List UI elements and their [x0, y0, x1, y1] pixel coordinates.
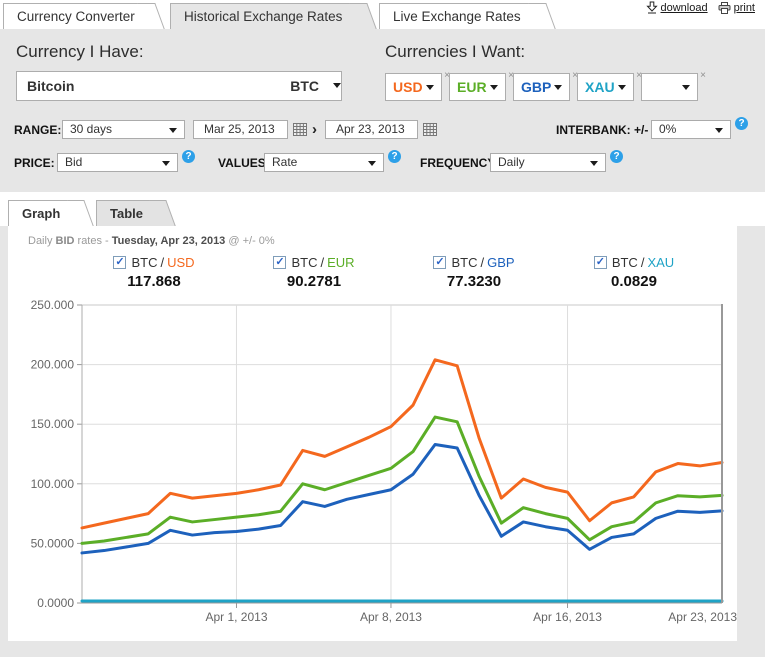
tab-label: Table: [110, 206, 143, 221]
want-currency-select-4[interactable]: XAU ×: [577, 73, 634, 101]
legend-item-xau: ✓ BTC/XAU 0.0829: [554, 255, 714, 290]
top-links: download print: [646, 1, 756, 14]
frequency-help-icon[interactable]: ?: [610, 150, 623, 163]
frequency-dropdown[interactable]: Daily: [490, 153, 606, 172]
y-tick-label: 0.0000: [37, 596, 74, 610]
legend-item-gbp: ✓ BTC/GBP 77.3230: [394, 255, 554, 290]
legend-toggle-eur[interactable]: ✓ BTC/EUR: [234, 255, 394, 270]
tab-graph[interactable]: Graph: [8, 200, 80, 226]
download-icon: [646, 1, 658, 14]
calendar-icon[interactable]: [423, 123, 437, 136]
currency-code: XAU: [585, 79, 615, 95]
chevron-down-icon: [426, 85, 434, 90]
want-currency-select-5[interactable]: ×: [641, 73, 698, 101]
date-range-arrow-icon: ›: [312, 120, 317, 139]
currencies-i-want-label: Currencies I Want:: [385, 42, 525, 62]
interbank-dropdown[interactable]: 0%: [651, 120, 731, 139]
legend-item-usd: ✓ BTC/USD 117.868: [74, 255, 234, 290]
y-tick-label: 150.000: [31, 417, 75, 431]
have-currency-name-input[interactable]: Bitcoin: [17, 78, 290, 94]
status-suffix: @ +/- 0%: [228, 235, 274, 247]
chevron-down-icon: [554, 85, 562, 90]
range-dropdown[interactable]: 30 days: [62, 120, 185, 139]
chevron-down-icon: [590, 161, 598, 166]
have-currency-code-dropdown[interactable]: BTC: [290, 78, 341, 94]
checkbox-checked-icon[interactable]: ✓: [113, 256, 126, 269]
checkbox-checked-icon[interactable]: ✓: [594, 256, 607, 269]
y-tick-label: 50.0000: [31, 536, 75, 550]
status-date: Tuesday, Apr 23, 2013: [112, 235, 226, 247]
graph-card: Daily BID rates - Tuesday, Apr 23, 2013 …: [8, 226, 737, 641]
want-currency-select-3[interactable]: GBP ×: [513, 73, 570, 101]
values-help-icon[interactable]: ?: [388, 150, 401, 163]
rate-value-eur: 90.2781: [234, 273, 394, 290]
interbank-label: INTERBANK: +/-: [556, 123, 648, 137]
have-currency-select[interactable]: Bitcoin BTC: [16, 71, 342, 101]
print-label: print: [734, 2, 755, 14]
rate-value-xau: 0.0829: [554, 273, 714, 290]
values-dropdown[interactable]: Rate: [264, 153, 384, 172]
chevron-down-icon: [368, 161, 376, 166]
legend-toggle-xau[interactable]: ✓ BTC/XAU: [554, 255, 714, 270]
x-tick-label: Apr 23, 2013: [668, 610, 737, 624]
tab-live-exchange-rates[interactable]: Live Exchange Rates: [379, 3, 542, 29]
want-currency-select-1[interactable]: USD ×: [385, 73, 442, 101]
tab-label: Live Exchange Rates: [393, 9, 521, 24]
frequency-label: FREQUENCY:: [420, 156, 498, 170]
price-help-icon[interactable]: ?: [182, 150, 195, 163]
download-link[interactable]: download: [646, 1, 708, 14]
chevron-down-icon: [169, 128, 177, 133]
tab-historical-exchange-rates[interactable]: Historical Exchange Rates: [170, 3, 363, 29]
date-to-input[interactable]: Apr 23, 2013: [325, 120, 418, 139]
print-link[interactable]: print: [718, 2, 755, 14]
exchange-rate-chart: 250.000 200.000 150.000 100.000 50.0000 0.000…: [8, 298, 737, 628]
x-tick-label: Apr 1, 2013: [205, 610, 267, 624]
rate-value-gbp: 77.3230: [394, 273, 554, 290]
controls-panel: Currency I Have: Bitcoin BTC Currencies …: [0, 29, 765, 192]
currency-code: EUR: [457, 79, 487, 95]
tab-label: Historical Exchange Rates: [184, 9, 342, 24]
print-icon: [718, 2, 731, 14]
checkbox-checked-icon[interactable]: ✓: [433, 256, 446, 269]
y-tick-label: 250.000: [31, 298, 75, 312]
chart-status-line: Daily BID rates - Tuesday, Apr 23, 2013 …: [28, 235, 275, 247]
tab-label: Currency Converter: [17, 9, 135, 24]
x-tick-label: Apr 8, 2013: [360, 610, 422, 624]
y-tick-label: 200.000: [31, 358, 75, 372]
tab-label: Graph: [22, 206, 60, 221]
chevron-down-icon: [333, 83, 341, 88]
want-currency-select-2[interactable]: EUR ×: [449, 73, 506, 101]
tab-table[interactable]: Table: [96, 200, 162, 226]
x-tick-label: Apr 16, 2013: [533, 610, 602, 624]
legend-item-eur: ✓ BTC/EUR 90.2781: [234, 255, 394, 290]
chevron-down-icon: [490, 85, 498, 90]
chevron-down-icon: [682, 85, 690, 90]
date-from-input[interactable]: Mar 25, 2013: [193, 120, 288, 139]
rate-value-usd: 117.868: [74, 273, 234, 290]
series-BTC-USD: [82, 360, 722, 528]
chevron-down-icon: [618, 85, 626, 90]
currency-code: USD: [393, 79, 423, 95]
status-price-type: BID: [56, 235, 75, 247]
status-mid: rates -: [78, 235, 109, 247]
currency-code: GBP: [521, 79, 551, 95]
checkbox-checked-icon[interactable]: ✓: [273, 256, 286, 269]
legend-toggle-usd[interactable]: ✓ BTC/USD: [74, 255, 234, 270]
chart-legend: ✓ BTC/USD 117.868 ✓ BTC/EUR 90.2781 ✓ BT…: [74, 255, 714, 290]
legend-toggle-gbp[interactable]: ✓ BTC/GBP: [394, 255, 554, 270]
status-frequency: Daily: [28, 235, 52, 247]
interbank-help-icon[interactable]: ?: [735, 117, 748, 130]
calendar-icon[interactable]: [293, 123, 307, 136]
download-label: download: [661, 2, 708, 14]
chevron-down-icon: [162, 161, 170, 166]
price-label: PRICE:: [14, 156, 55, 170]
range-label: RANGE:: [14, 123, 61, 137]
tab-currency-converter[interactable]: Currency Converter: [3, 3, 151, 29]
chevron-down-icon: [715, 128, 723, 133]
values-label: VALUES:: [218, 156, 270, 170]
y-tick-label: 100.000: [31, 477, 75, 491]
remove-currency-icon[interactable]: ×: [698, 70, 708, 81]
currency-i-have-label: Currency I Have:: [16, 42, 144, 62]
price-dropdown[interactable]: Bid: [57, 153, 178, 172]
